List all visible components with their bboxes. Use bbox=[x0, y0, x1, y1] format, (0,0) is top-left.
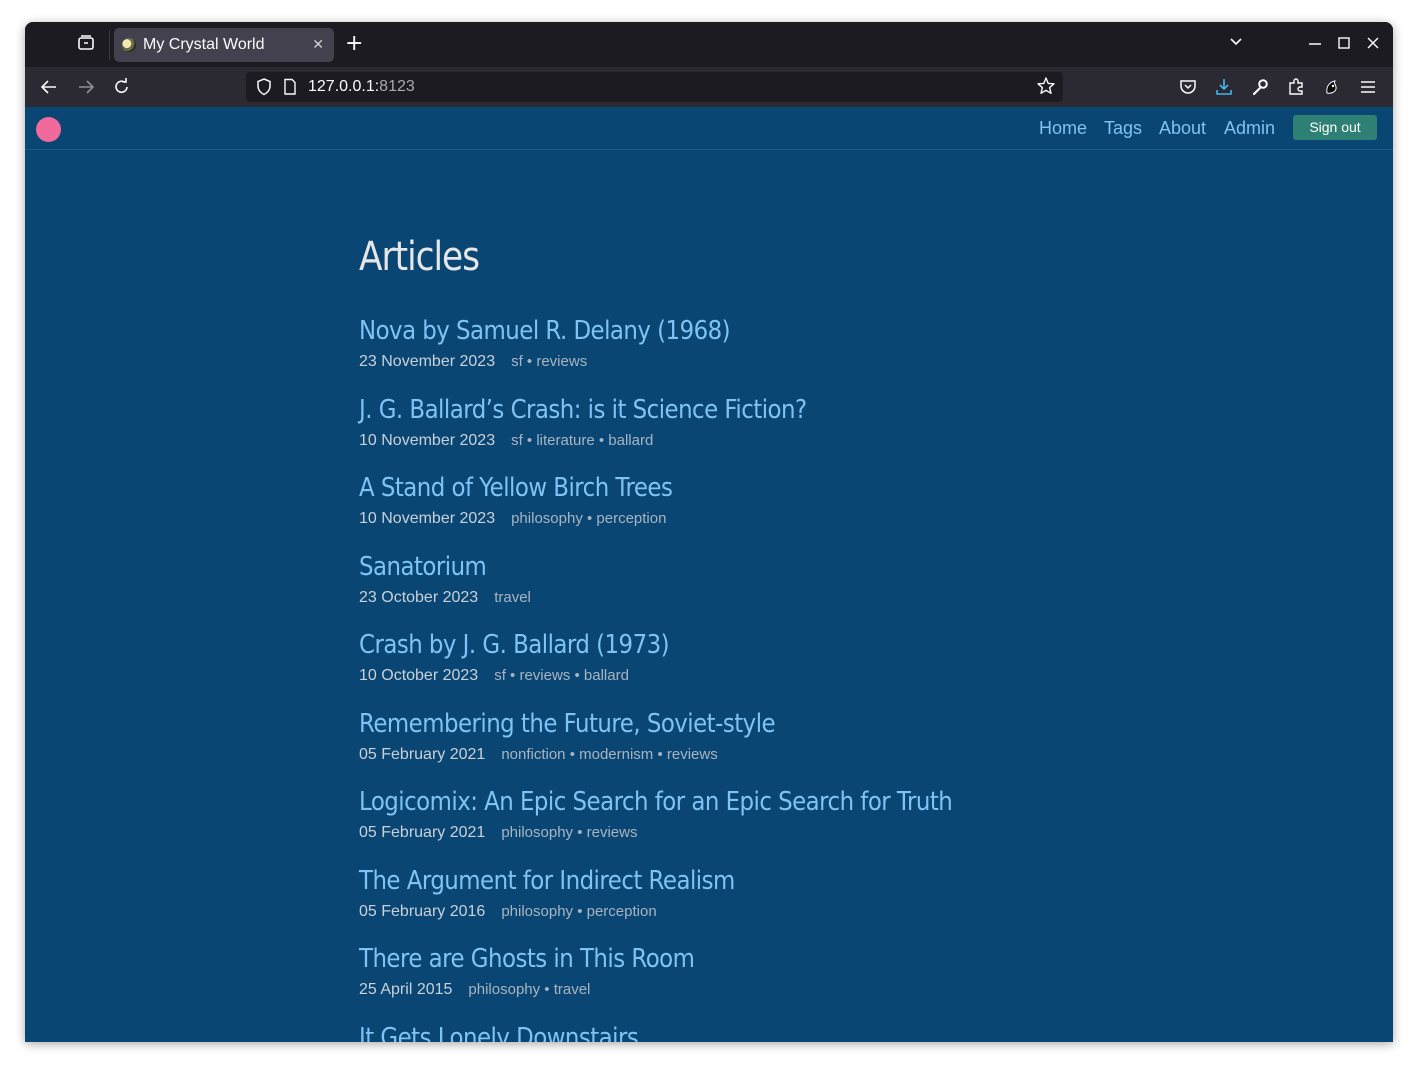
extension-beast-icon[interactable] bbox=[1323, 77, 1341, 102]
tab-title: My Crystal World bbox=[143, 36, 265, 53]
article-meta: 10 November 2023 sf • literature • ballar… bbox=[359, 430, 653, 450]
article-date: 23 October 2023 bbox=[359, 589, 479, 606]
article-tags[interactable]: philosophy • perception bbox=[501, 903, 656, 920]
tab-groups-icon[interactable] bbox=[75, 34, 97, 56]
article-date: 05 February 2021 bbox=[359, 824, 486, 841]
pocket-icon[interactable] bbox=[1179, 77, 1197, 102]
tracking-protection-icon[interactable] bbox=[256, 78, 272, 100]
article-meta: 23 November 2023 sf • reviews bbox=[359, 351, 587, 371]
nav-home-link[interactable]: Home bbox=[1039, 118, 1087, 139]
article-meta: 05 February 2021 nonfiction • modernism •… bbox=[359, 744, 718, 764]
article-date: 10 November 2023 bbox=[359, 510, 496, 527]
devtools-wrench-icon[interactable] bbox=[1251, 77, 1269, 102]
sign-out-button[interactable]: Sign out bbox=[1293, 115, 1377, 140]
article-item: A Stand of Yellow Birch Trees 10 Novembe… bbox=[359, 471, 1259, 527]
url-text[interactable]: 127.0.0.1:8123 bbox=[308, 78, 415, 96]
reload-icon[interactable] bbox=[113, 75, 131, 106]
article-title-link[interactable]: It Gets Lonely Downstairs bbox=[359, 1021, 1151, 1042]
article-title-link[interactable]: Logicomix: An Epic Search for an Epic Se… bbox=[359, 785, 1151, 819]
back-icon[interactable] bbox=[40, 75, 58, 106]
bookmark-star-icon[interactable] bbox=[1037, 76, 1055, 101]
article-meta: 05 February 2021 philosophy • reviews bbox=[359, 822, 637, 842]
url-host: 127.0.0.1: bbox=[308, 78, 380, 95]
article-date: 05 February 2021 bbox=[359, 746, 486, 763]
article-meta: 10 November 2023 philosophy • perception bbox=[359, 508, 666, 528]
article-item: The Argument for Indirect Realism 05 Feb… bbox=[359, 864, 1259, 920]
address-bar[interactable]: 127.0.0.1:8123 bbox=[246, 72, 1063, 102]
nav-tags-link[interactable]: Tags bbox=[1104, 118, 1142, 139]
article-tags[interactable]: sf • reviews bbox=[511, 353, 587, 370]
menu-hamburger-icon[interactable] bbox=[1359, 77, 1377, 102]
article-title-link[interactable]: Sanatorium bbox=[359, 550, 1151, 584]
article-title-link[interactable]: The Argument for Indirect Realism bbox=[359, 864, 1151, 898]
article-date: 10 November 2023 bbox=[359, 432, 496, 449]
browser-window: My Crystal World ✕ + 127.0.0.1:8123 Home… bbox=[25, 22, 1393, 1042]
maximize-icon[interactable] bbox=[1337, 33, 1351, 58]
url-port: 8123 bbox=[379, 78, 415, 95]
new-tab-icon[interactable]: + bbox=[345, 32, 363, 56]
article-date: 10 October 2023 bbox=[359, 667, 479, 684]
navigation-toolbar: 127.0.0.1:8123 bbox=[25, 67, 1393, 107]
close-window-icon[interactable] bbox=[1366, 33, 1380, 58]
site-favicon-icon bbox=[122, 38, 136, 52]
extensions-icon[interactable] bbox=[1287, 77, 1305, 102]
article-item: Nova by Samuel R. Delany (1968) 23 Novem… bbox=[359, 314, 1259, 370]
article-item: J. G. Ballard’s Crash: is it Science Fic… bbox=[359, 393, 1259, 449]
article-title-link[interactable]: There are Ghosts in This Room bbox=[359, 942, 1151, 976]
article-date: 25 April 2015 bbox=[359, 981, 453, 998]
list-tabs-icon[interactable] bbox=[1228, 34, 1244, 54]
article-item: Crash by J. G. Ballard (1973) 10 October… bbox=[359, 628, 1259, 684]
minimize-icon[interactable] bbox=[1308, 33, 1322, 58]
article-meta: 05 February 2016 philosophy • perception bbox=[359, 901, 657, 921]
article-tags[interactable]: philosophy • reviews bbox=[501, 824, 637, 841]
page-info-icon[interactable] bbox=[283, 78, 297, 100]
article-item: Sanatorium 23 October 2023 travel bbox=[359, 550, 1259, 606]
article-date: 23 November 2023 bbox=[359, 353, 496, 370]
article-title-link[interactable]: Remembering the Future, Soviet-style bbox=[359, 707, 1151, 741]
article-tags[interactable]: philosophy • perception bbox=[511, 510, 666, 527]
article-meta: 23 October 2023 travel bbox=[359, 587, 531, 607]
site-header: Home Tags About Admin Sign out bbox=[25, 107, 1393, 150]
article-tags[interactable]: philosophy • travel bbox=[468, 981, 590, 998]
article-tags[interactable]: nonfiction • modernism • reviews bbox=[501, 746, 717, 763]
article-date: 05 February 2016 bbox=[359, 903, 486, 920]
article-tags[interactable]: sf • reviews • ballard bbox=[494, 667, 629, 684]
article-meta: 25 April 2015 philosophy • travel bbox=[359, 979, 590, 999]
article-meta: 10 October 2023 sf • reviews • ballard bbox=[359, 665, 629, 685]
article-tags[interactable]: travel bbox=[494, 589, 531, 606]
page-title: Articles bbox=[359, 234, 480, 280]
article-item: Logicomix: An Epic Search for an Epic Se… bbox=[359, 785, 1259, 841]
article-title-link[interactable]: A Stand of Yellow Birch Trees bbox=[359, 471, 1151, 505]
article-title-link[interactable]: J. G. Ballard’s Crash: is it Science Fic… bbox=[359, 393, 1151, 427]
tab-bar: My Crystal World ✕ + bbox=[25, 22, 1393, 67]
nav-about-link[interactable]: About bbox=[1159, 118, 1206, 139]
article-tags[interactable]: sf • literature • ballard bbox=[511, 432, 653, 449]
article-item: It Gets Lonely Downstairs bbox=[359, 1021, 1259, 1042]
downloads-icon[interactable] bbox=[1215, 77, 1233, 102]
article-title-link[interactable]: Nova by Samuel R. Delany (1968) bbox=[359, 314, 1151, 348]
article-item: There are Ghosts in This Room 25 April 2… bbox=[359, 942, 1259, 998]
tab-separator bbox=[109, 30, 110, 60]
tab-active[interactable]: My Crystal World ✕ bbox=[114, 28, 334, 62]
close-tab-icon[interactable]: ✕ bbox=[312, 36, 324, 54]
site-logo[interactable] bbox=[36, 117, 61, 142]
forward-icon[interactable] bbox=[77, 75, 95, 106]
nav-admin-link[interactable]: Admin bbox=[1224, 118, 1275, 139]
article-title-link[interactable]: Crash by J. G. Ballard (1973) bbox=[359, 628, 1151, 662]
article-item: Remembering the Future, Soviet-style 05 … bbox=[359, 707, 1259, 763]
